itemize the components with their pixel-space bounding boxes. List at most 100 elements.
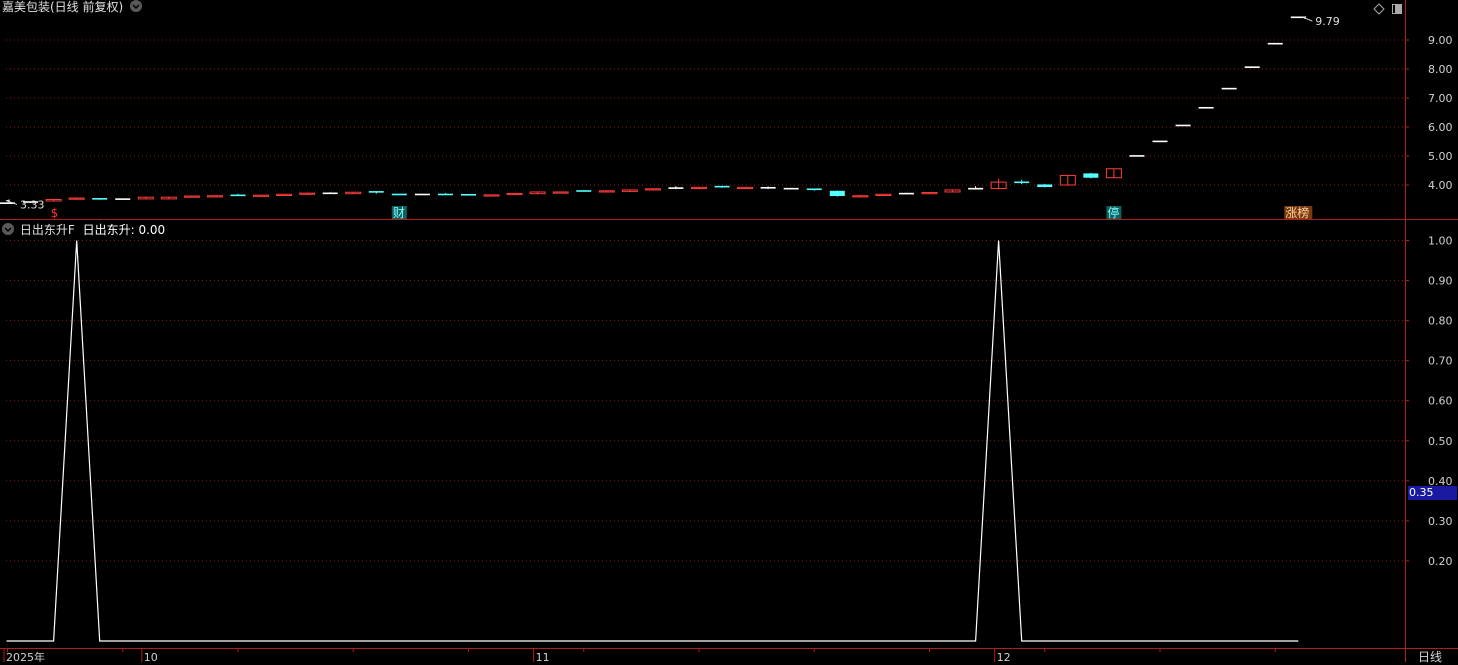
candle-body [1267, 42, 1283, 45]
event-marker[interactable]: 停 [1106, 205, 1122, 220]
stock-title: 嘉美包装(日线 前复权) [2, 0, 124, 14]
event-marker-label: $ [51, 206, 59, 220]
candle [1244, 66, 1260, 68]
candle [1083, 172, 1099, 179]
candle [1105, 168, 1122, 179]
indicator-y-tick-label: 0.30 [1428, 515, 1453, 528]
candle-body [806, 188, 822, 191]
candle [944, 189, 961, 193]
x-axis-label: 10 [144, 651, 158, 662]
candle [644, 188, 661, 191]
candlestick-series[interactable] [0, 16, 1306, 204]
chart-stage: 4.005.006.007.008.009.00 0.200.300.400.5… [0, 0, 1458, 662]
low-price-label: 3.33 [20, 198, 45, 211]
candle-body [322, 192, 338, 195]
candle-body [276, 193, 293, 196]
candle [1198, 106, 1214, 109]
candle-body [437, 193, 453, 196]
x-axis-label: 12 [997, 651, 1011, 662]
candle-body [852, 195, 869, 198]
candle [1059, 174, 1076, 186]
candle [92, 198, 108, 200]
candle-body [206, 195, 223, 198]
price-y-axis: 4.00 5.00 6.00 7.00 8.00 9.00 [1405, 34, 1453, 192]
date-x-axis: 2025年 10 11 12 [3, 648, 1276, 662]
candle-body [1198, 106, 1214, 109]
indicator-y-tick-label: 0.70 [1428, 355, 1453, 368]
chevron-down-icon[interactable] [130, 0, 143, 12]
price-annotations: 9.79 3.33 [5, 15, 1340, 211]
indicator-y-tick-label: 0.50 [1428, 435, 1453, 448]
candle [783, 187, 799, 190]
candle [875, 193, 892, 196]
candle [990, 178, 1007, 189]
candle [391, 193, 407, 196]
candle [576, 190, 592, 192]
candle [506, 192, 523, 196]
price-y-tick-label: 8.00 [1428, 63, 1453, 76]
candle [230, 193, 246, 197]
candle [183, 195, 200, 198]
candle [1037, 183, 1053, 188]
indicator-current-value: 0.00 [138, 223, 166, 237]
candle [137, 196, 154, 200]
indicator-header: 日出东升F 日出东升: 0.00 [2, 221, 165, 238]
candle-body [1083, 173, 1099, 178]
candle [68, 197, 85, 200]
event-markers[interactable]: $ 财 停 涨榜 [51, 205, 1313, 220]
price-y-tick-label: 7.00 [1428, 92, 1453, 105]
candle-body [92, 198, 108, 200]
chevron-down-icon[interactable] [2, 223, 14, 235]
candle-body [1221, 87, 1237, 90]
candle [160, 196, 177, 200]
candle-body [461, 193, 476, 196]
candle [322, 192, 338, 195]
event-marker[interactable]: 财 [391, 206, 407, 220]
candle [1129, 155, 1145, 157]
indicator-y-axis: 0.200.300.400.500.600.700.800.901.00 [1405, 235, 1453, 568]
candle-body [391, 193, 407, 196]
candle [1175, 124, 1191, 127]
period-label[interactable]: 日线 [1418, 648, 1442, 665]
indicator-y-tick-label: 0.80 [1428, 315, 1453, 328]
candle-body [968, 187, 984, 190]
indicator-line-series[interactable] [6, 240, 1299, 642]
candle [968, 186, 984, 190]
candle [206, 195, 223, 198]
event-marker[interactable]: 涨榜 [1284, 205, 1313, 220]
event-marker-label: 财 [393, 206, 405, 220]
candle-body [368, 191, 384, 193]
candle-body [714, 185, 730, 188]
candle [437, 193, 453, 196]
indicator-y-tick-label: 0.60 [1428, 395, 1453, 408]
candle-body [1175, 124, 1191, 127]
indicator-y-tick-label: 1.00 [1428, 235, 1453, 248]
candle-body [1152, 140, 1168, 143]
indicator-name: 日出东升F [19, 223, 75, 237]
candle-body [668, 187, 684, 189]
indicator-line [6, 240, 1299, 642]
candle [691, 186, 707, 190]
candle-body [576, 190, 592, 192]
chart-frame [0, 0, 1458, 662]
indicator-marker-value: 0.35 [1408, 486, 1457, 500]
candle [1014, 179, 1030, 185]
candle [45, 199, 62, 202]
candle [299, 192, 316, 195]
x-axis-label: 11 [536, 651, 550, 662]
candle-body [898, 192, 914, 195]
candle [115, 198, 131, 200]
candle [253, 194, 270, 197]
candle [461, 193, 476, 196]
restore-icon[interactable] [1391, 0, 1403, 14]
candle [737, 186, 754, 190]
price-y-tick-label: 6.00 [1428, 121, 1453, 134]
diamond-icon[interactable] [1373, 0, 1385, 15]
candle-body [414, 193, 430, 196]
price-y-tick-label: 4.00 [1428, 179, 1453, 192]
candle [552, 191, 569, 194]
candle-body [115, 198, 131, 200]
indicator-y-tick-label: 0.90 [1428, 275, 1453, 288]
candle [898, 192, 914, 195]
event-marker[interactable]: $ [51, 206, 59, 220]
